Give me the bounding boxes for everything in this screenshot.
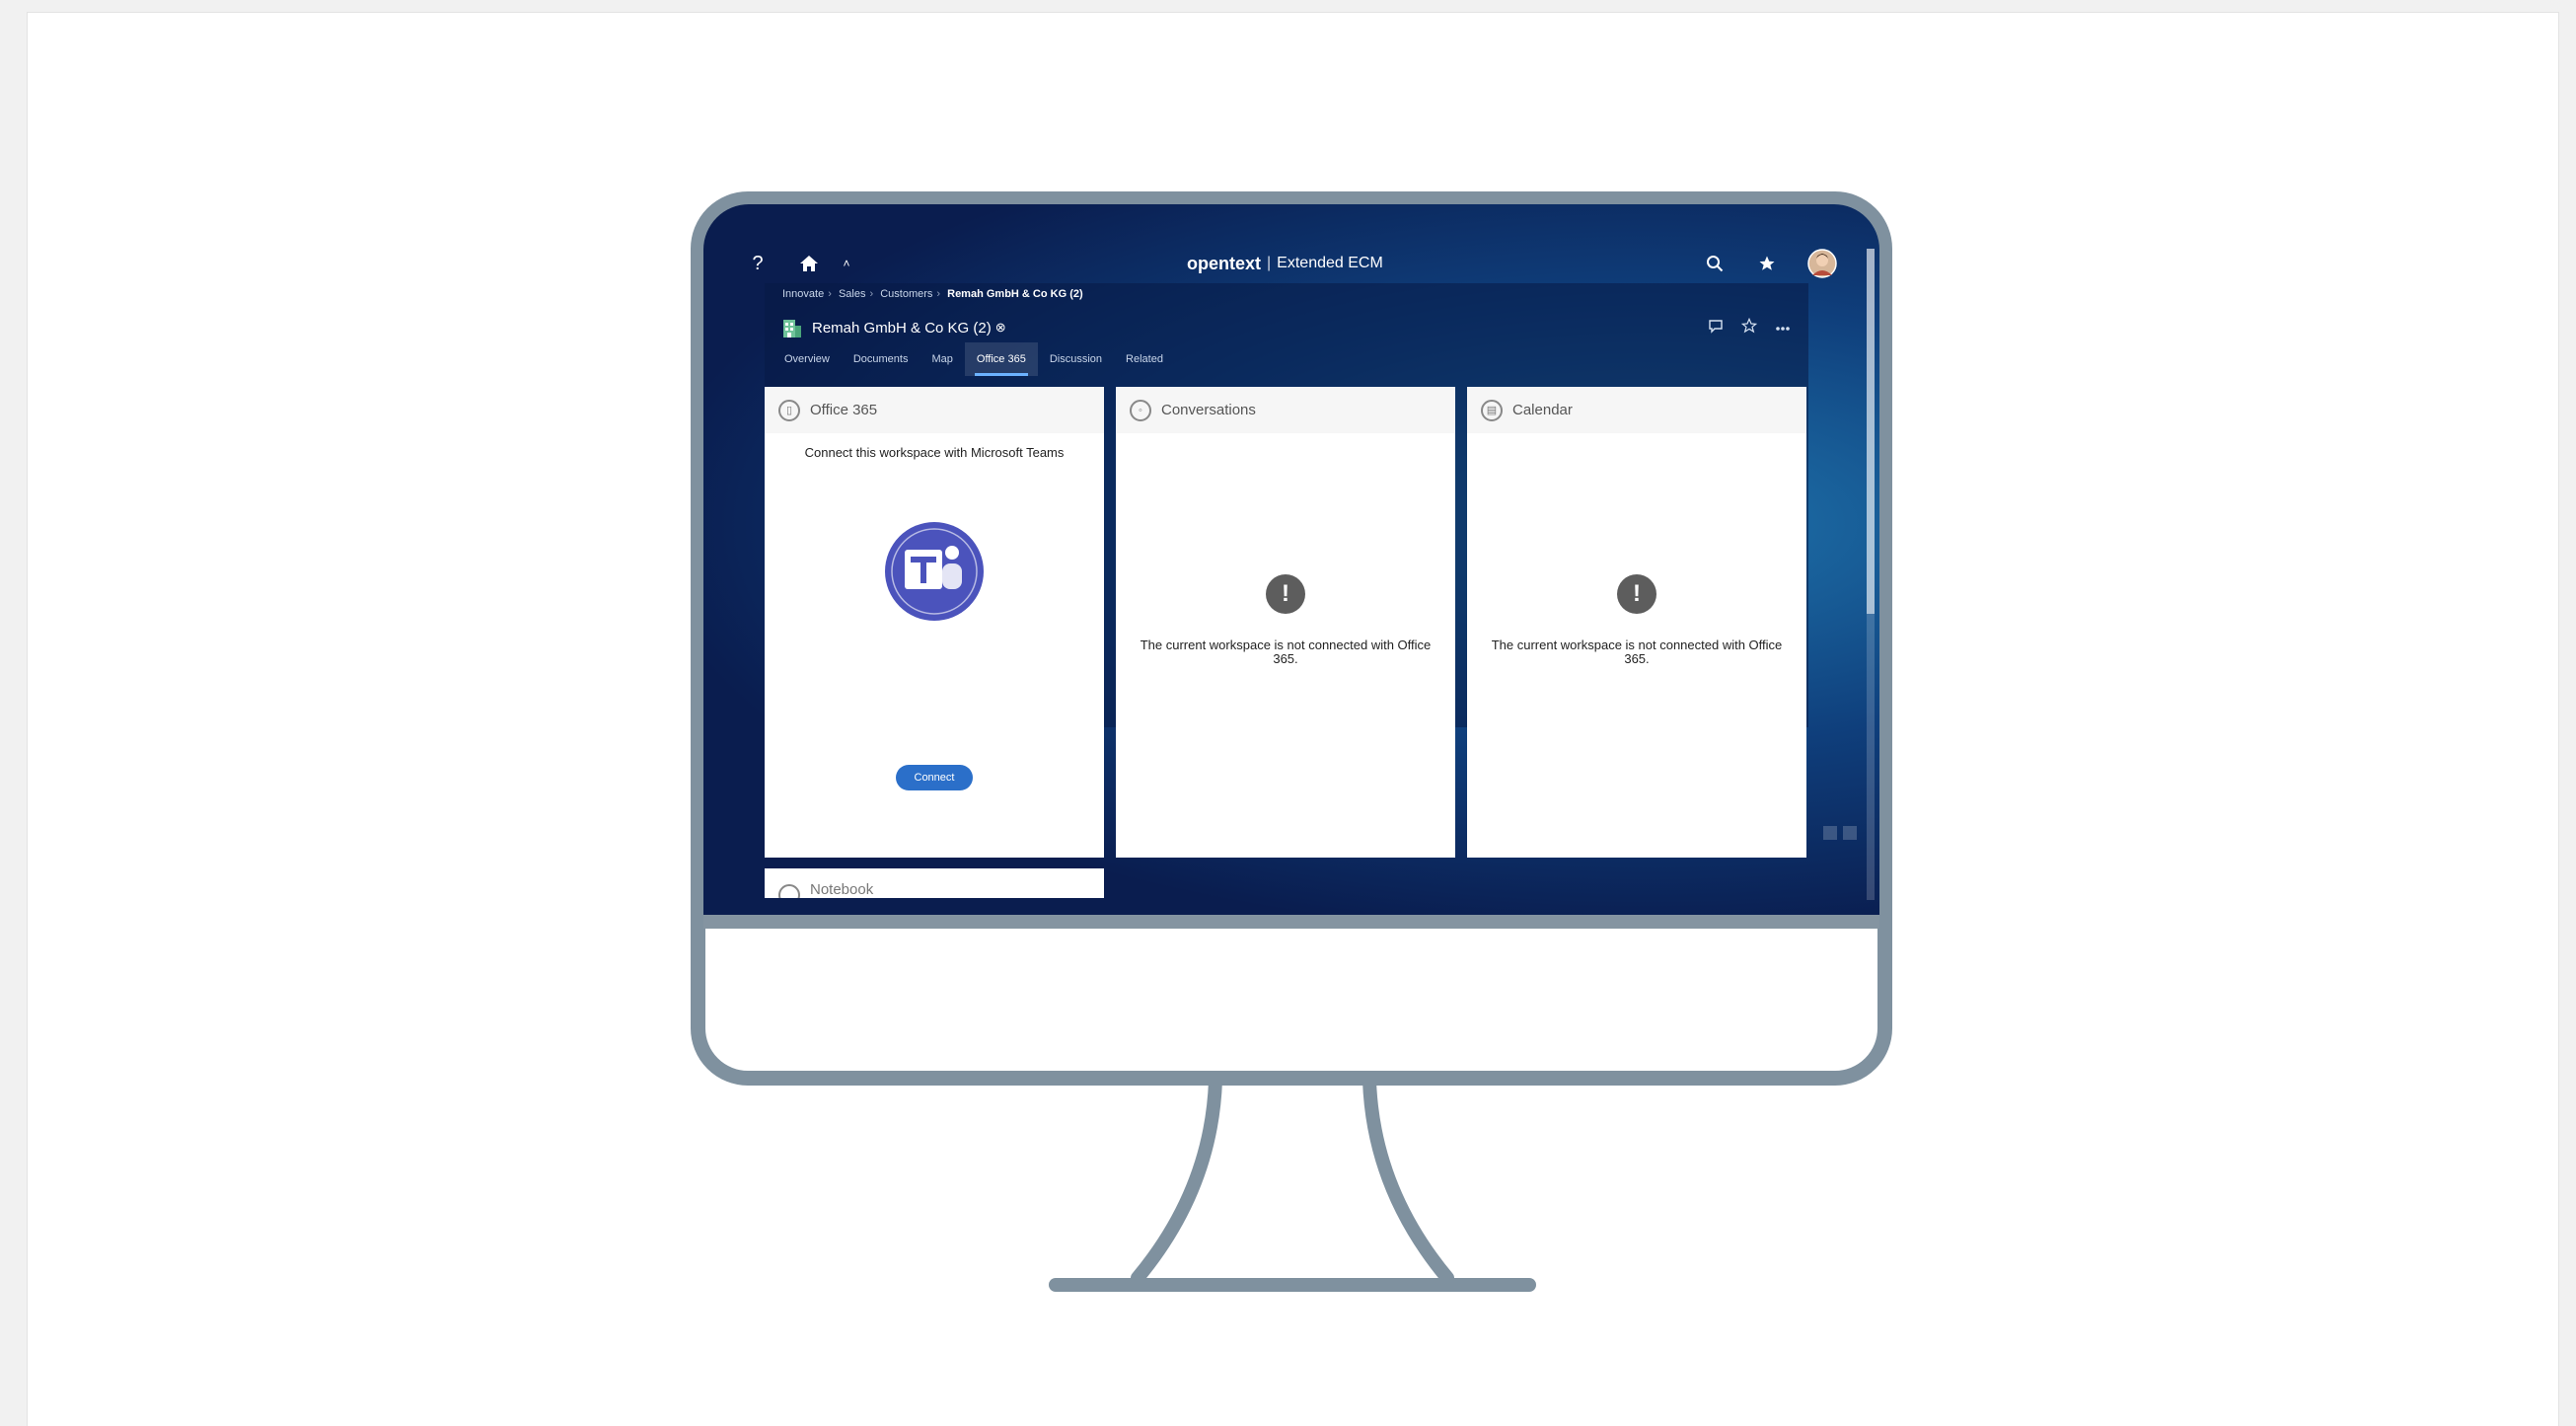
opentext-logo: opentext <box>1187 253 1262 273</box>
connect-button[interactable]: Connect <box>896 765 973 790</box>
monitor-chin-divider <box>703 915 1879 929</box>
brand-divider: | <box>1267 255 1272 271</box>
user-avatar[interactable] <box>1806 244 1838 283</box>
building-icon <box>783 320 801 338</box>
tab-map[interactable]: Map <box>920 342 964 376</box>
workspace-info-icon[interactable]: ⊗ <box>995 320 1006 336</box>
card-title: Calendar <box>1512 402 1573 418</box>
home-icon[interactable] <box>794 244 824 283</box>
scrollbar-thumb[interactable] <box>1867 249 1875 614</box>
office365-card: ▯ Office 365 Connect this workspace with… <box>765 387 1104 858</box>
monitor-stand <box>1049 1081 1536 1292</box>
microsoft-teams-icon <box>885 522 984 621</box>
warning-icon: ! <box>1617 574 1656 614</box>
star-icon[interactable] <box>1752 244 1782 283</box>
workspace-header: Remah GmbH & Co KG (2) ⊗ <box>782 316 1006 339</box>
top-bar: ? ˄ opentext | Extended ECM <box>703 244 1873 283</box>
not-connected-message: The current workspace is not connected w… <box>1491 638 1783 666</box>
calendar-icon: ▤ <box>1481 399 1503 421</box>
chevron-right-icon: › <box>828 288 832 300</box>
breadcrumb-current: Remah GmbH & Co KG (2) <box>947 288 1083 300</box>
brand: opentext | Extended ECM <box>1187 244 1383 283</box>
card-title: Notebook <box>810 881 874 898</box>
tab-documents[interactable]: Documents <box>842 342 920 376</box>
card-header: ▤ Calendar <box>1467 387 1806 433</box>
product-name: Extended ECM <box>1277 255 1383 271</box>
card-title: Conversations <box>1161 402 1256 418</box>
conversations-icon: ◦ <box>1130 399 1151 421</box>
chevron-right-icon: › <box>936 288 941 300</box>
breadcrumb-item[interactable]: Customers <box>880 288 932 300</box>
notebook-card: Notebook <box>765 868 1104 898</box>
card-header: ▯ Office 365 <box>765 387 1104 433</box>
breadcrumb-item[interactable]: Innovate <box>782 288 824 300</box>
card-title: Office 365 <box>810 402 878 418</box>
tab-discussion[interactable]: Discussion <box>1038 342 1114 376</box>
office365-icon: ▯ <box>778 399 800 421</box>
workspace-actions <box>1708 316 1791 339</box>
comment-icon[interactable] <box>1708 318 1724 338</box>
search-icon[interactable] <box>1700 244 1730 283</box>
not-connected-message: The current workspace is not connected w… <box>1140 638 1432 666</box>
breadcrumb-item[interactable]: Sales <box>839 288 866 300</box>
scrollbar[interactable] <box>1867 249 1875 900</box>
calendar-card: ▤ Calendar ! The current workspace is no… <box>1467 387 1806 858</box>
tab-related[interactable]: Related <box>1114 342 1175 376</box>
conversations-card: ◦ Conversations ! The current workspace … <box>1116 387 1455 858</box>
breadcrumb: Innovate › Sales › Customers › Remah GmbH &… <box>782 288 1087 300</box>
chevron-right-icon: › <box>869 288 874 300</box>
warning-icon: ! <box>1266 574 1305 614</box>
chevron-up-icon[interactable]: ˄ <box>837 244 856 283</box>
pager-controls[interactable] <box>1823 826 1857 840</box>
tab-office-365[interactable]: Office 365 <box>964 342 1038 376</box>
star-outline-icon[interactable] <box>1740 317 1758 338</box>
card-header: ◦ Conversations <box>1116 387 1455 433</box>
card-header: Notebook <box>765 868 1104 898</box>
tab-overview[interactable]: Overview <box>773 342 842 376</box>
workspace-title: Remah GmbH & Co KG (2) <box>812 319 992 337</box>
more-icon[interactable] <box>1775 319 1791 337</box>
notebook-icon <box>778 884 800 898</box>
monitor-screen: ? ˄ opentext | Extended ECM Innovate › Sa… <box>703 204 1879 915</box>
help-icon[interactable]: ? <box>743 244 773 283</box>
workspace-tabs: Overview Documents Map Office 365 Discus… <box>773 342 1175 376</box>
connect-instruction: Connect this workspace with Microsoft Te… <box>804 445 1065 460</box>
